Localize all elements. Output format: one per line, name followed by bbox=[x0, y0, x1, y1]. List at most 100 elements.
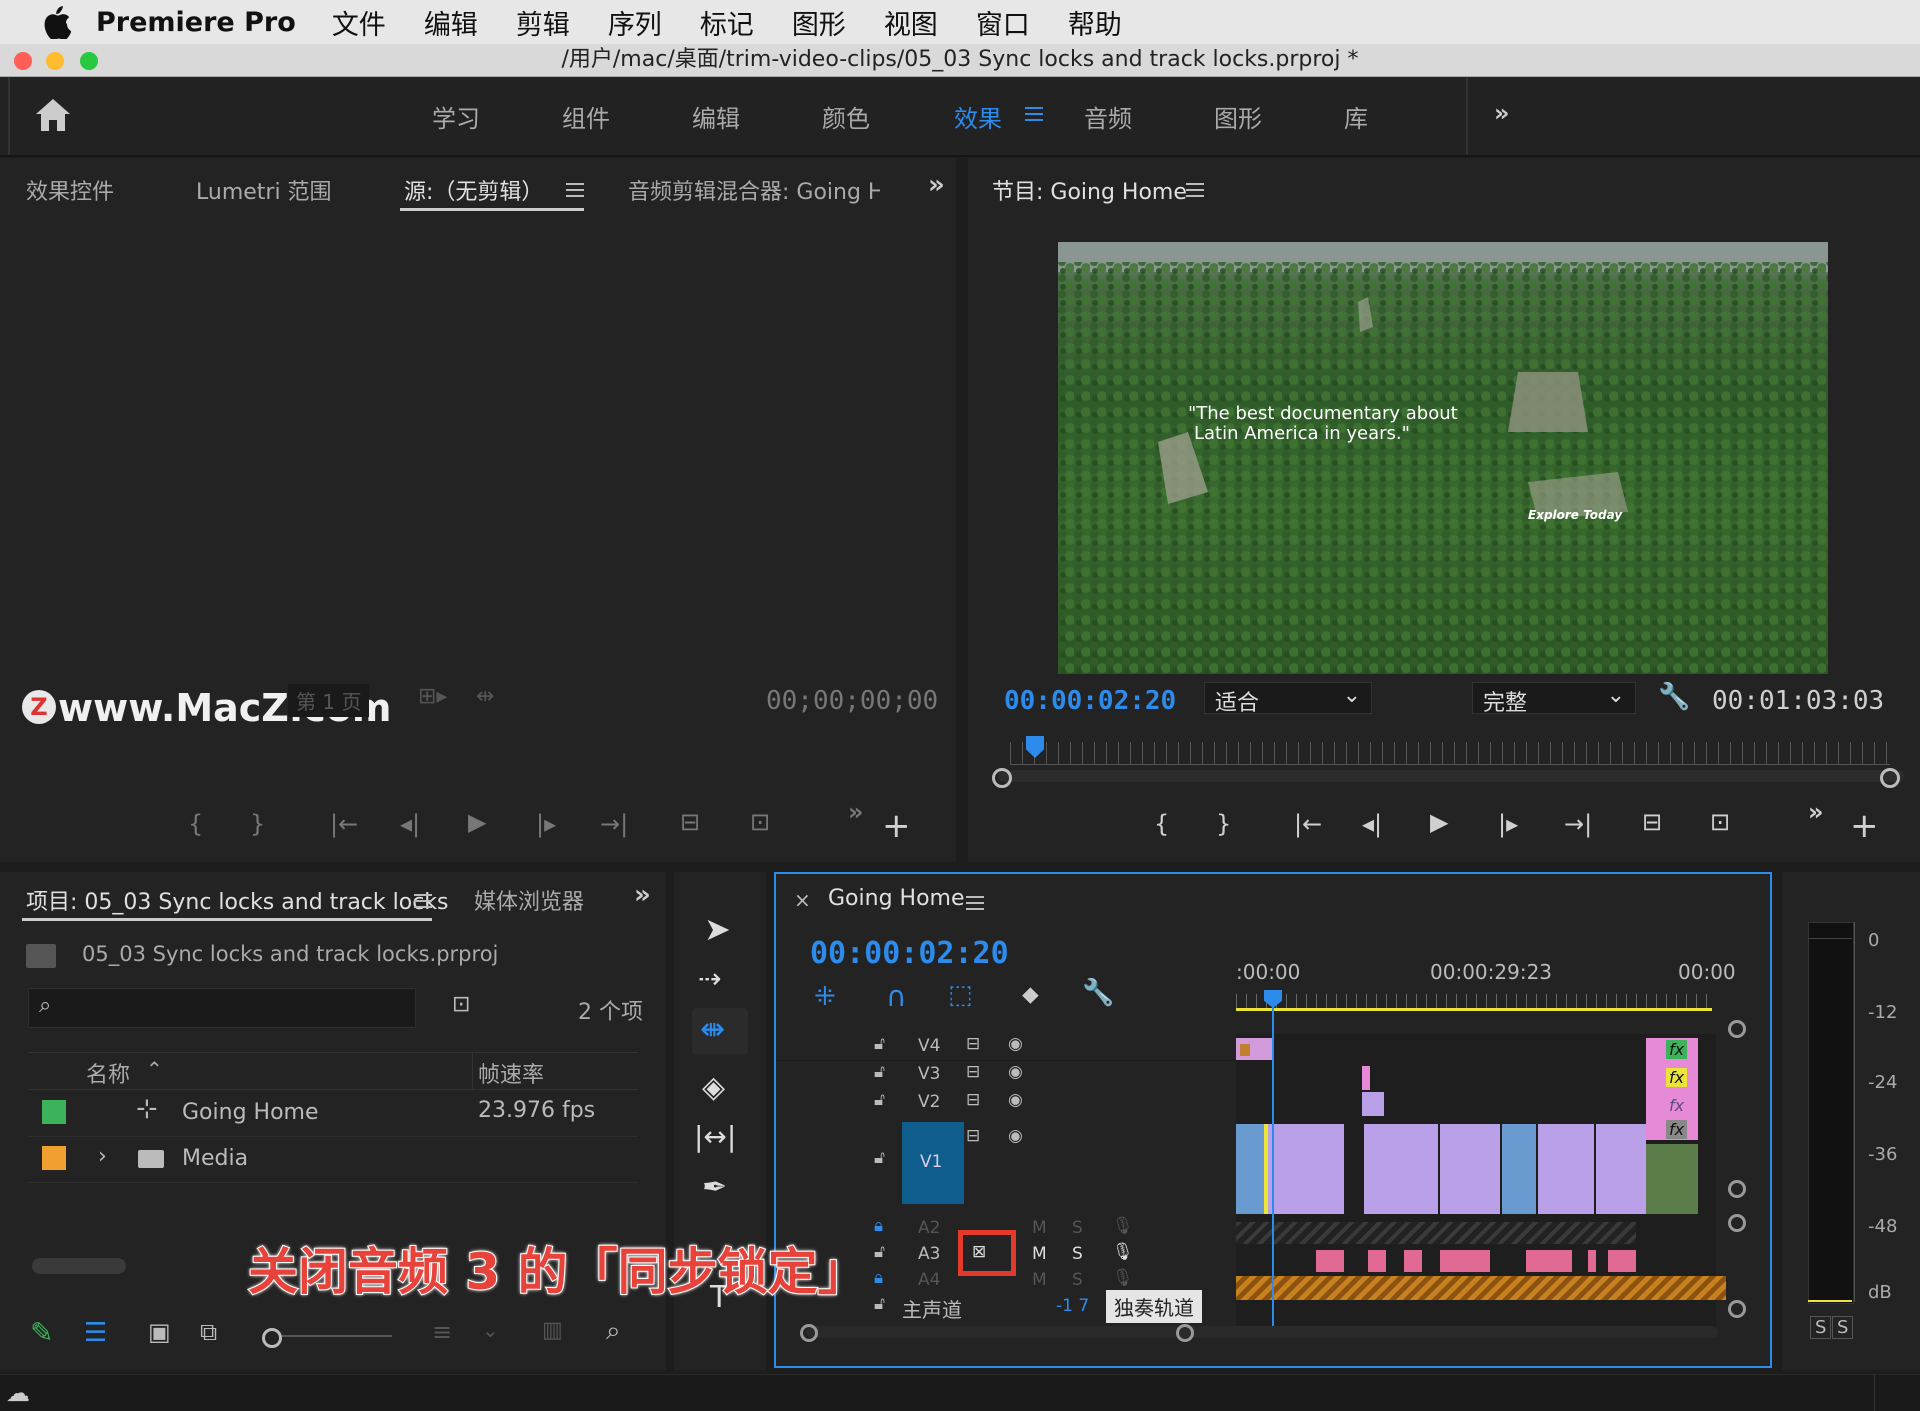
zoom-slider[interactable] bbox=[282, 1335, 392, 1337]
wrench-icon[interactable]: 🔧 bbox=[1082, 978, 1114, 1008]
playback-quality-dropdown[interactable]: 完整 ⌄ bbox=[1472, 682, 1636, 716]
icon-view-icon[interactable]: ▣ bbox=[148, 1318, 171, 1346]
play-icon[interactable]: ▶ bbox=[468, 808, 486, 836]
freeform-view-icon[interactable]: ⧉ bbox=[200, 1318, 217, 1346]
new-bin-icon[interactable]: ⊡ bbox=[452, 992, 470, 1017]
zoom-fit-dropdown[interactable]: 适合 ⌄ bbox=[1204, 682, 1372, 716]
program-zoom-scrollbar[interactable] bbox=[998, 770, 1904, 782]
workspace-tab-audio[interactable]: 音频 bbox=[1084, 99, 1132, 134]
tab-effect-controls[interactable]: 效果控件 bbox=[26, 174, 114, 206]
track-select-tool-icon[interactable]: ⇢ bbox=[698, 962, 721, 995]
list-view-icon[interactable]: ☰ bbox=[84, 1318, 107, 1348]
menu-clip[interactable]: 剪辑 bbox=[516, 3, 570, 42]
tab-lumetri-scopes[interactable]: Lumetri 范围 bbox=[196, 174, 332, 206]
master-track-label[interactable]: 主声道 bbox=[902, 1294, 962, 1323]
more-buttons-icon[interactable]: » bbox=[848, 798, 864, 826]
workspace-tab-effects[interactable]: 效果 bbox=[954, 99, 1002, 134]
track-lock-icon[interactable]: 🔒︎ bbox=[874, 1216, 883, 1236]
mark-in-icon[interactable]: { bbox=[1154, 810, 1169, 838]
tab-project[interactable]: 项目: 05_03 Sync locks and track locks bbox=[26, 884, 449, 916]
track-label[interactable]: A3 bbox=[918, 1244, 940, 1264]
wrench-icon[interactable]: 🔧 bbox=[1658, 682, 1690, 712]
close-window-button[interactable] bbox=[14, 52, 32, 70]
minimize-window-button[interactable] bbox=[46, 52, 64, 70]
clip-v1[interactable] bbox=[1538, 1124, 1596, 1214]
meter-solo-left-button[interactable]: S bbox=[1810, 1316, 1832, 1339]
add-marker-icon[interactable]: ⬥ bbox=[1022, 980, 1039, 1008]
overwrite-icon[interactable]: ⊡ bbox=[750, 808, 770, 836]
more-buttons-icon[interactable]: » bbox=[1808, 798, 1824, 826]
workspace-tab-assembly[interactable]: 组件 bbox=[562, 99, 610, 134]
track-label[interactable]: V4 bbox=[918, 1036, 940, 1056]
project-search-input[interactable]: ⌕ bbox=[28, 988, 416, 1028]
track-label[interactable]: V3 bbox=[918, 1064, 940, 1084]
timeline-timecode[interactable]: 00:00:02:20 bbox=[810, 936, 1009, 971]
track-lock-icon[interactable]: 🔓︎ bbox=[874, 1062, 885, 1082]
eye-icon[interactable]: ◉ bbox=[1008, 1090, 1023, 1110]
clip-a3[interactable] bbox=[1526, 1250, 1572, 1272]
clip-a3[interactable] bbox=[1316, 1250, 1344, 1272]
track-label[interactable]: A4 bbox=[918, 1270, 940, 1290]
mark-out-icon[interactable]: } bbox=[1216, 810, 1231, 838]
solo-button[interactable]: S bbox=[1072, 1218, 1083, 1238]
tab-media-browser[interactable]: 媒体浏览器 bbox=[474, 884, 584, 916]
eye-icon[interactable]: ◉ bbox=[1008, 1034, 1023, 1054]
eye-icon[interactable]: ◉ bbox=[1008, 1126, 1023, 1146]
program-time-ruler[interactable] bbox=[1010, 742, 1890, 765]
snap-magnet-icon[interactable]: ∩ bbox=[886, 980, 907, 1013]
work-area-bar[interactable] bbox=[1236, 1008, 1712, 1011]
step-back-icon[interactable]: ◂| bbox=[1362, 810, 1382, 838]
meter-solo-right-button[interactable]: S bbox=[1832, 1316, 1854, 1339]
step-forward-icon[interactable]: |▸ bbox=[1498, 810, 1518, 838]
track-target-v1[interactable]: V1 bbox=[902, 1122, 964, 1204]
microphone-icon[interactable]: 🎙︎ bbox=[1112, 1216, 1134, 1236]
pen-tool-icon[interactable]: ✒ bbox=[702, 1170, 727, 1205]
timeline-menu-icon[interactable] bbox=[966, 896, 984, 910]
track-lock-icon[interactable]: 🔓︎ bbox=[874, 1148, 885, 1168]
table-row[interactable]: › Media bbox=[28, 1136, 638, 1183]
selection-tool-icon[interactable]: ➤ bbox=[704, 910, 731, 948]
scrollbar-handle-left[interactable] bbox=[992, 768, 1012, 788]
track-lock-icon[interactable]: 🔓︎ bbox=[874, 1294, 885, 1314]
label-color-swatch[interactable] bbox=[42, 1100, 66, 1124]
add-button-icon[interactable]: + bbox=[882, 806, 911, 846]
program-title[interactable]: 节目: Going Home bbox=[992, 174, 1187, 206]
lift-icon[interactable]: ⊟ bbox=[1642, 808, 1662, 836]
column-name[interactable]: 名称 bbox=[86, 1057, 130, 1089]
eye-icon[interactable]: ◉ bbox=[1008, 1062, 1023, 1082]
workspace-tab-color[interactable]: 颜色 bbox=[822, 99, 870, 134]
workspace-tab-graphics[interactable]: 图形 bbox=[1214, 99, 1262, 134]
track-lock-icon[interactable]: 🔒︎ bbox=[874, 1268, 883, 1288]
nest-icon[interactable]: ⁜ bbox=[814, 982, 836, 1012]
program-menu-icon[interactable] bbox=[1186, 183, 1204, 197]
sync-lock-icon[interactable]: ⊟ bbox=[966, 1034, 980, 1054]
scrollbar-handle[interactable] bbox=[1728, 1020, 1746, 1038]
search-icon[interactable]: ⌕ bbox=[606, 1316, 621, 1347]
clip-v1[interactable] bbox=[1596, 1124, 1646, 1214]
sync-lock-icon[interactable]: ⊟ bbox=[966, 1126, 980, 1146]
track-lock-icon[interactable]: 🔓︎ bbox=[874, 1034, 885, 1054]
razor-tool-icon[interactable]: ◈ bbox=[702, 1070, 725, 1105]
clip-v1[interactable] bbox=[1502, 1124, 1538, 1214]
menu-sequence[interactable]: 序列 bbox=[608, 3, 662, 42]
track-lock-icon[interactable]: 🔓︎ bbox=[874, 1242, 885, 1262]
clip-a3[interactable] bbox=[1608, 1250, 1636, 1272]
master-volume-value[interactable]: -1 7 bbox=[1056, 1296, 1089, 1316]
track-label[interactable]: V2 bbox=[918, 1092, 940, 1112]
scrollbar-handle[interactable] bbox=[1728, 1180, 1746, 1198]
more-tabs-icon[interactable]: » bbox=[928, 170, 945, 200]
project-horizontal-scrollbar[interactable] bbox=[32, 1258, 126, 1274]
menu-view[interactable]: 视图 bbox=[884, 3, 938, 42]
more-workspaces-icon[interactable]: » bbox=[1494, 99, 1510, 127]
clip-v2[interactable] bbox=[1362, 1092, 1384, 1116]
sync-lock-icon[interactable]: ⊟ bbox=[966, 1062, 980, 1082]
clip-a3[interactable] bbox=[1404, 1250, 1422, 1272]
automate-icon[interactable]: ▥ bbox=[542, 1318, 563, 1343]
track-label[interactable]: A2 bbox=[918, 1218, 940, 1238]
timeline-horizontal-scrollbar[interactable] bbox=[806, 1326, 1718, 1338]
scrollbar-handle[interactable] bbox=[1728, 1214, 1746, 1232]
step-forward-icon[interactable]: |▸ bbox=[536, 810, 556, 838]
clip-a3[interactable] bbox=[1588, 1250, 1596, 1272]
slip-tool-icon[interactable]: |↔| bbox=[694, 1120, 736, 1153]
clip-v1[interactable] bbox=[1364, 1124, 1440, 1214]
